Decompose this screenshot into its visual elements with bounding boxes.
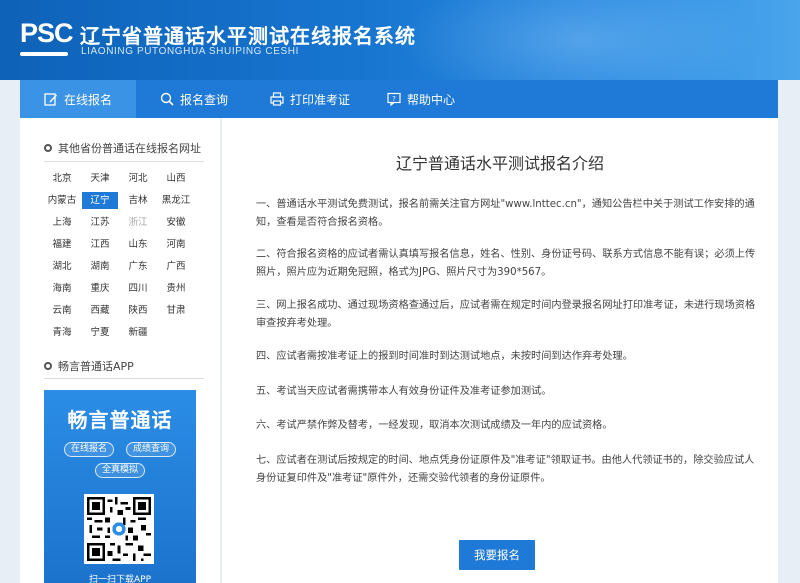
svg-text:?: ?: [392, 95, 396, 103]
site-title: 辽宁省普通话水平测试在线报名系统: [80, 24, 416, 48]
province-link[interactable]: 安徽: [158, 214, 194, 231]
province-link[interactable]: 青海: [44, 324, 80, 341]
province-link[interactable]: 浙江: [120, 214, 156, 231]
logo-underline: [20, 52, 68, 56]
province-link[interactable]: 山东: [120, 236, 156, 253]
nav-help[interactable]: ? 帮助中心: [387, 80, 487, 118]
page-title: 辽宁普通话水平测试报名介绍: [395, 154, 604, 173]
bullet-icon: [44, 144, 52, 152]
qr-caption: 扫一扫下载APP: [88, 575, 151, 583]
province-link[interactable]: 重庆: [82, 280, 118, 297]
app-pill-score[interactable]: 成绩查询: [126, 442, 176, 457]
section-divider: [44, 378, 204, 379]
qr-code-icon: [87, 497, 151, 561]
app-pill-mock[interactable]: 全真模拟: [95, 463, 145, 478]
province-link[interactable]: 北京: [44, 170, 80, 187]
province-link[interactable]: 广西: [158, 258, 194, 275]
province-link[interactable]: 黑龙江: [158, 192, 194, 209]
bullet-icon: [44, 362, 52, 370]
app-pill-register[interactable]: 在线报名: [64, 442, 114, 457]
province-link[interactable]: 天津: [82, 170, 118, 187]
section-divider: [44, 161, 204, 162]
intro-paragraph-5: 五、考试当天应试者需携带本人有效身份证件及准考证参加测试。: [256, 386, 552, 397]
printer-icon: [270, 92, 284, 106]
intro-paragraph-4: 四、应试者需按准考证上的报到时间准时到达测试地点，未按时间到达作弃考处理。: [256, 351, 633, 362]
nav-label: 报名查询: [180, 92, 229, 107]
province-link[interactable]: 陕西: [120, 302, 156, 319]
province-link[interactable]: 河南: [158, 236, 194, 253]
nav-print-ticket[interactable]: 打印准考证: [270, 80, 380, 118]
help-icon: ?: [387, 92, 401, 106]
province-link[interactable]: 辽宁: [82, 192, 118, 209]
province-link[interactable]: 甘肃: [158, 302, 194, 319]
province-link[interactable]: 内蒙古: [44, 192, 80, 209]
province-link[interactable]: 上海: [44, 214, 80, 231]
intro-paragraph-3: 三、网上报名成功、通过现场资格查通过后，应试者需在规定时间内登录报名网址打印准考…: [256, 300, 756, 329]
main-nav: 在线报名 报名查询 打印准考证 ? 帮助中心: [20, 80, 778, 118]
site-header: PSC 辽宁省普通话水平测试在线报名系统 LIAONING PUTONGHUA …: [0, 0, 800, 80]
nav-label: 帮助中心: [407, 92, 456, 107]
intro-paragraph-6: 六、考试严禁作弊及替考，一经发现，取消本次测试成绩及一年内的应试资格。: [256, 420, 613, 431]
intro-paragraph-1: 一、普通话水平测试免费测试，报名前需关注官方网址"www.lnttec.cn"，…: [256, 199, 755, 228]
provinces-section-title: 其他省份普通话在线报名网址: [44, 140, 201, 156]
province-link[interactable]: 福建: [44, 236, 80, 253]
psc-logo[interactable]: PSC: [20, 18, 74, 49]
nav-label: 打印准考证: [290, 92, 351, 107]
province-link[interactable]: 江苏: [82, 214, 118, 231]
app-title-text: 畅言普通话APP: [58, 360, 134, 373]
province-link[interactable]: 河北: [120, 170, 156, 187]
nav-label: 在线报名: [64, 92, 113, 107]
province-link[interactable]: 海南: [44, 280, 80, 297]
edit-icon: [44, 93, 57, 106]
app-section-title: 畅言普通话APP: [44, 358, 134, 374]
intro-paragraph-2: 二、符合报名资格的应试者需认真填写报名信息，姓名、性别、身份证号码、联系方式信息…: [256, 249, 756, 278]
province-link[interactable]: 湖北: [44, 258, 80, 275]
nav-query[interactable]: 报名查询: [160, 80, 260, 118]
provinces-title-text: 其他省份普通话在线报名网址: [58, 142, 201, 155]
province-link[interactable]: 江西: [82, 236, 118, 253]
province-link[interactable]: 湖南: [82, 258, 118, 275]
province-link[interactable]: 山西: [158, 170, 194, 187]
register-button[interactable]: 我要报名: [459, 540, 535, 570]
nav-online-register[interactable]: 在线报名: [20, 80, 136, 118]
qr-code[interactable]: [84, 494, 154, 564]
header-glow: [400, 0, 760, 80]
search-icon: [160, 92, 174, 106]
province-link[interactable]: 新疆: [120, 324, 156, 341]
site-subtitle: LIAONING PUTONGHUA SHUIPING CESHI: [81, 46, 299, 57]
province-link[interactable]: 吉林: [120, 192, 156, 209]
province-link[interactable]: 云南: [44, 302, 80, 319]
province-link[interactable]: 贵州: [158, 280, 194, 297]
province-link[interactable]: 西藏: [82, 302, 118, 319]
province-link[interactable]: 宁夏: [82, 324, 118, 341]
intro-paragraph-7: 七、应试者在测试后按规定的时间、地点凭身份证原件及"准考证"领取证书。由他人代领…: [256, 455, 755, 484]
province-link[interactable]: 四川: [120, 280, 156, 297]
province-link[interactable]: 广东: [120, 258, 156, 275]
app-banner-name: 畅言普通话: [67, 408, 173, 432]
